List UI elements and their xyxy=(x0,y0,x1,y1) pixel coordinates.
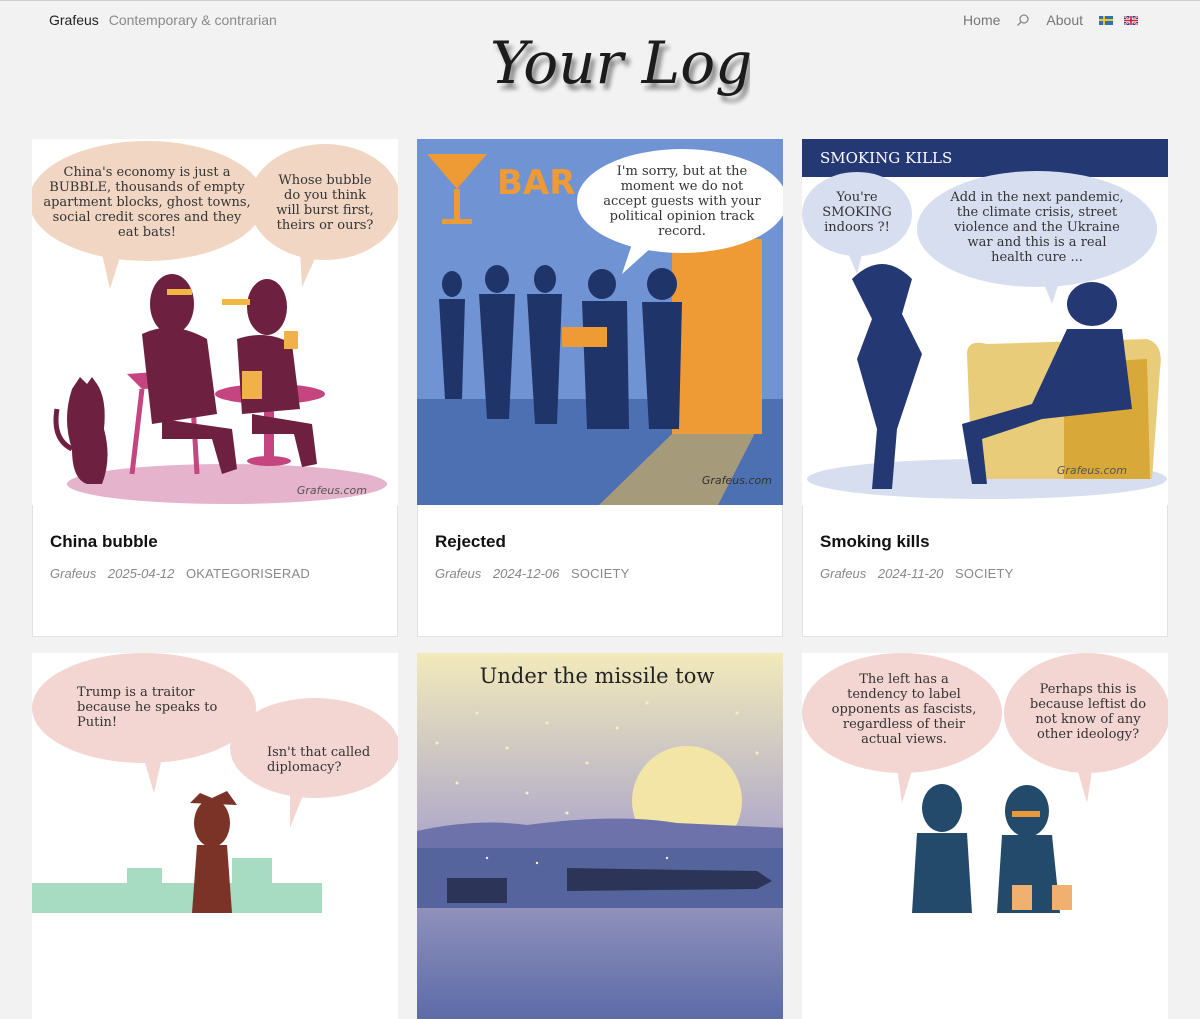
post-card[interactable]: Trump is a traitor because he speaks to … xyxy=(32,653,398,1019)
svg-text:Whose bubble: Whose bubble xyxy=(278,173,372,188)
svg-text:social credit scores and they: social credit scores and they xyxy=(53,210,242,225)
site-logo[interactable]: Your Logo xyxy=(480,21,787,111)
svg-text:apartment blocks, ghost towns,: apartment blocks, ghost towns, xyxy=(43,195,250,210)
svg-text:health cure ...: health cure ... xyxy=(991,250,1083,265)
svg-text:moment we do not: moment we do not xyxy=(621,179,744,194)
comic-heading: Under the missile tow xyxy=(480,664,715,688)
svg-text:You're: You're xyxy=(835,190,877,205)
svg-text:war and this is a real: war and this is a real xyxy=(967,235,1106,250)
post-author[interactable]: Grafeus xyxy=(435,566,481,581)
svg-text:China's economy is just a: China's economy is just a xyxy=(64,165,231,180)
post-category[interactable]: SOCIETY xyxy=(955,566,1013,581)
svg-text:actual views.: actual views. xyxy=(861,732,947,747)
post-author[interactable]: Grafeus xyxy=(820,566,866,581)
svg-text:Add in the next pandemic,: Add in the next pandemic, xyxy=(949,190,1123,205)
post-card[interactable]: SMOKING KILLS You're SMOKING indoors ?! … xyxy=(802,139,1168,637)
svg-text:Putin!: Putin! xyxy=(77,715,117,730)
svg-text:political opinion track: political opinion track xyxy=(610,209,755,224)
site-name[interactable]: Grafeus xyxy=(49,12,99,28)
post-meta: Grafeus 2024-12-06 SOCIETY xyxy=(435,566,629,581)
post-category[interactable]: SOCIETY xyxy=(571,566,629,581)
post-date: 2024-12-06 xyxy=(492,566,560,581)
svg-text:not know of any: not know of any xyxy=(1035,712,1141,727)
post-image[interactable]: China's economy is just a BUBBLE, thousa… xyxy=(32,139,398,505)
main-nav: Home About xyxy=(963,12,1138,28)
post-image[interactable]: The left has a tendency to label opponen… xyxy=(802,653,1168,1019)
post-date: 2025-04-12 xyxy=(107,566,175,581)
post-title[interactable]: Smoking kills xyxy=(820,532,930,552)
svg-text:The left has a: The left has a xyxy=(859,672,949,687)
swedish-flag-icon[interactable] xyxy=(1099,15,1113,25)
svg-text:Grafeus.com: Grafeus.com xyxy=(702,474,772,487)
svg-text:Trump is a traitor: Trump is a traitor xyxy=(77,685,195,700)
svg-text:do you think: do you think xyxy=(284,188,366,203)
logo-text: Your Logo xyxy=(490,29,750,97)
svg-text:I'm sorry, but at the: I'm sorry, but at the xyxy=(617,164,748,179)
svg-text:accept guests with your: accept guests with your xyxy=(603,194,761,209)
search-icon[interactable] xyxy=(1016,13,1030,27)
svg-text:the climate crisis, street: the climate crisis, street xyxy=(957,205,1118,220)
svg-text:because he speaks to: because he speaks to xyxy=(77,700,217,715)
svg-text:violence and the Ukraine: violence and the Ukraine xyxy=(953,220,1120,235)
svg-text:because leftist do: because leftist do xyxy=(1030,697,1146,712)
post-title[interactable]: Rejected xyxy=(435,532,506,552)
svg-text:Isn't that called: Isn't that called xyxy=(267,745,370,760)
post-image[interactable]: SMOKING KILLS You're SMOKING indoors ?! … xyxy=(802,139,1168,505)
svg-text:theirs or ours?: theirs or ours? xyxy=(277,218,374,233)
svg-text:Grafeus.com: Grafeus.com xyxy=(1057,464,1127,477)
bar-sign-text: BAR xyxy=(497,163,575,203)
svg-text:indoors ?!: indoors ?! xyxy=(824,220,890,235)
post-author[interactable]: Grafeus xyxy=(50,566,96,581)
nav-about[interactable]: About xyxy=(1046,12,1083,28)
post-meta: Grafeus 2024-11-20 SOCIETY xyxy=(820,566,1014,581)
post-card[interactable]: BAR I'm sorry, but at the moment we do n… xyxy=(417,139,783,637)
post-image[interactable]: BAR I'm sorry, but at the moment we do n… xyxy=(417,139,783,505)
post-card[interactable]: The left has a tendency to label opponen… xyxy=(802,653,1168,1019)
post-title[interactable]: China bubble xyxy=(50,532,158,552)
svg-text:other ideology?: other ideology? xyxy=(1037,727,1139,742)
post-date: 2024-11-20 xyxy=(877,566,944,581)
svg-text:tendency to label: tendency to label xyxy=(847,687,961,702)
svg-text:diplomacy?: diplomacy? xyxy=(267,760,341,775)
post-image[interactable]: Trump is a traitor because he speaks to … xyxy=(32,653,398,1019)
post-category[interactable]: OKATEGORISERAD xyxy=(186,566,310,581)
svg-text:BUBBLE, thousands of empty: BUBBLE, thousands of empty xyxy=(49,180,245,195)
nav-home[interactable]: Home xyxy=(963,12,1000,28)
svg-text:will burst first,: will burst first, xyxy=(276,203,374,218)
english-flag-icon[interactable] xyxy=(1124,15,1138,25)
comic-banner: SMOKING KILLS xyxy=(820,149,952,167)
post-image[interactable]: Under the missile tow xyxy=(417,653,783,1019)
site-brand[interactable]: Grafeus Contemporary & contrarian xyxy=(49,12,277,28)
svg-text:Grafeus.com: Grafeus.com xyxy=(297,484,367,497)
site-tagline: Contemporary & contrarian xyxy=(108,12,277,28)
post-meta: Grafeus 2025-04-12 OKATEGORISERAD xyxy=(50,566,310,581)
svg-text:opponents as fascists,: opponents as fascists, xyxy=(832,702,977,717)
svg-text:eat bats!: eat bats! xyxy=(118,225,176,240)
svg-text:SMOKING: SMOKING xyxy=(822,205,891,220)
svg-text:record.: record. xyxy=(658,224,706,239)
svg-text:Perhaps this is: Perhaps this is xyxy=(1040,682,1137,697)
post-card[interactable]: China's economy is just a BUBBLE, thousa… xyxy=(32,139,398,637)
post-card[interactable]: Under the missile tow xyxy=(417,653,783,1019)
svg-text:regardless of their: regardless of their xyxy=(843,717,966,732)
